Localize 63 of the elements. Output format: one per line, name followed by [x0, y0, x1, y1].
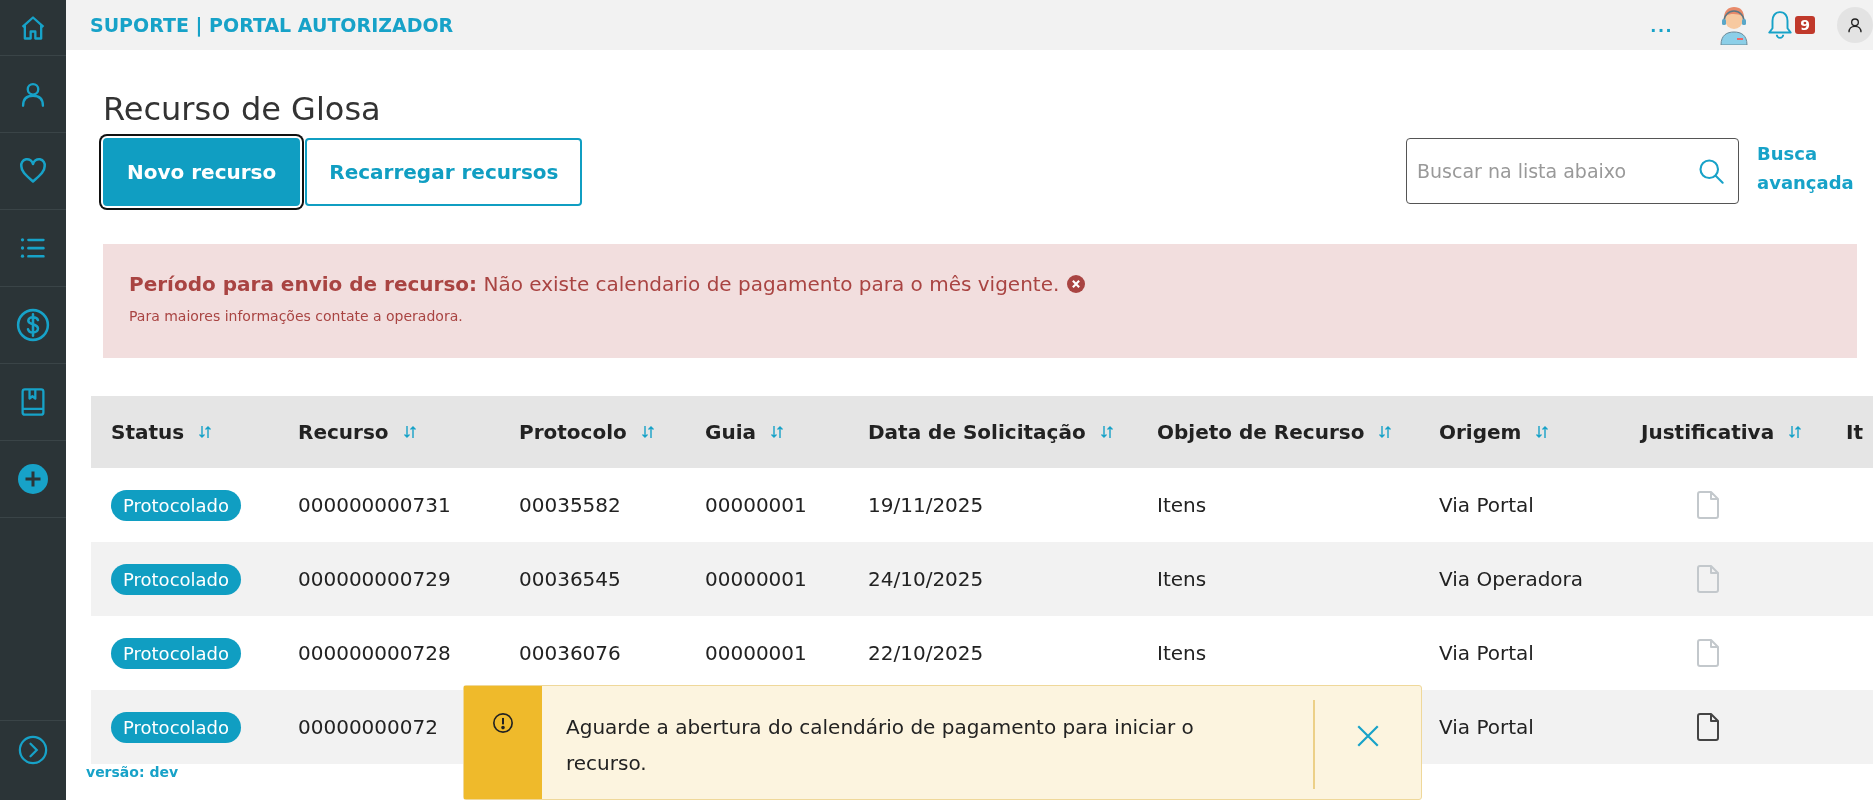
alert-detail: Para maiores informações contate a operadora. — [129, 308, 464, 324]
sort-icon[interactable] — [640, 425, 655, 439]
bell-icon[interactable] — [1767, 10, 1794, 40]
search-field[interactable]: Buscar na lista abaixo — [1406, 138, 1739, 204]
table-cell: 22/10/2025 — [868, 641, 984, 665]
expand-icon[interactable] — [18, 735, 48, 765]
book-icon[interactable] — [19, 387, 47, 417]
warning-icon — [492, 712, 514, 734]
sort-icon[interactable] — [402, 425, 417, 439]
alert-message: Período para envio de recurso: Não existe calendario de pagamento para o mês vigente. — [129, 272, 1060, 296]
table-cell: 00000001 — [705, 641, 807, 665]
heart-icon[interactable] — [19, 157, 47, 185]
column-header[interactable]: Recurso — [298, 420, 417, 444]
status-badge: Protocolado — [111, 637, 241, 669]
page-title: Recurso de Glosa — [103, 90, 382, 128]
column-header[interactable]: Objeto de Recurso — [1157, 420, 1393, 444]
column-header[interactable]: Data de Solicitação — [868, 420, 1114, 444]
table-cell: 000000000728 — [298, 641, 451, 665]
column-header[interactable]: Status — [111, 420, 213, 444]
close-icon[interactable] — [1067, 275, 1086, 293]
table-cell: 00036545 — [519, 567, 621, 591]
table-cell: 19/11/2025 — [868, 493, 984, 517]
search-icon[interactable] — [1697, 157, 1725, 185]
app-title: SUPORTE | PORTAL AUTORIZADOR — [90, 14, 454, 36]
sort-icon[interactable] — [1378, 425, 1393, 439]
table-cell: 000000000729 — [298, 567, 451, 591]
table-cell: 00000001 — [705, 493, 807, 517]
home-icon[interactable] — [19, 13, 47, 42]
add-icon[interactable] — [18, 464, 48, 494]
table-cell: Via Operadora — [1439, 567, 1584, 591]
table-cell: Itens — [1157, 641, 1207, 665]
table-cell: Via Portal — [1439, 641, 1534, 665]
table-cell: Itens — [1157, 493, 1207, 517]
table-cell: 24/10/2025 — [868, 567, 984, 591]
column-header[interactable]: Guia — [705, 420, 784, 444]
sort-icon[interactable] — [198, 425, 213, 439]
user-icon — [1847, 17, 1863, 33]
user-avatar[interactable] — [1837, 7, 1873, 43]
sort-icon[interactable] — [1099, 425, 1114, 439]
sort-icon[interactable] — [1788, 425, 1803, 439]
dollar-icon[interactable] — [16, 308, 50, 342]
notification-badge: 9 — [1795, 16, 1815, 34]
document-icon[interactable] — [1697, 713, 1719, 741]
sort-icon[interactable] — [1535, 425, 1550, 439]
version-label: versão: dev — [86, 764, 179, 780]
table-cell: Via Portal — [1439, 493, 1534, 517]
toast-message: Aguarde a abertura do calendário de pagamento para iniciar o recurso. — [565, 714, 1195, 777]
column-header[interactable]: It — [1846, 420, 1863, 444]
table-cell: 00000000072 — [298, 715, 438, 739]
table-cell: Itens — [1157, 567, 1207, 591]
table-cell: 00036076 — [519, 641, 621, 665]
table-cell: Via Portal — [1439, 715, 1534, 739]
status-badge: Protocolado — [111, 489, 241, 521]
column-header[interactable]: Origem — [1439, 420, 1550, 444]
table-cell: 00000001 — [705, 567, 807, 591]
column-header[interactable]: Protocolo — [519, 420, 655, 444]
column-header[interactable]: Justificativa — [1641, 420, 1803, 444]
table-cell: 000000000731 — [298, 493, 451, 517]
sort-icon[interactable] — [770, 425, 784, 439]
status-badge: Protocolado — [111, 563, 241, 595]
user-icon[interactable] — [19, 80, 47, 108]
table-cell: 00035582 — [519, 493, 621, 517]
status-badge: Protocolado — [111, 711, 241, 743]
